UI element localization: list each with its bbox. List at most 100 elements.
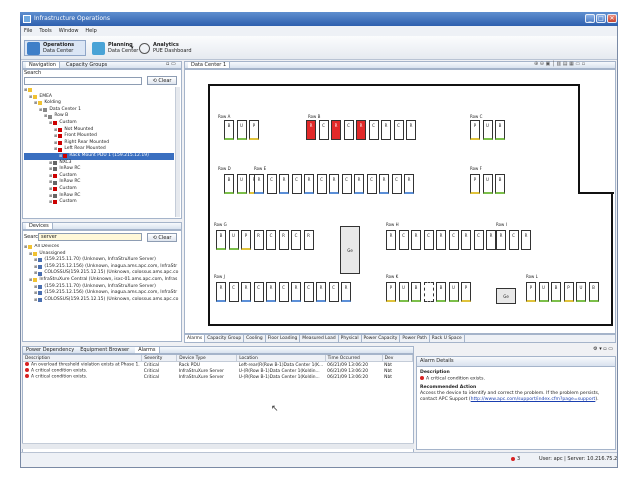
- rack[interactable]: R: [216, 282, 226, 302]
- expand-toggle-icon[interactable]: ⊞: [34, 270, 37, 277]
- expand-toggle-icon[interactable]: ⊞: [39, 107, 42, 114]
- close-button[interactable]: ✕: [607, 14, 617, 23]
- expand-toggle-icon[interactable]: ⊞: [29, 94, 32, 101]
- rack[interactable]: U: [482, 120, 493, 140]
- expand-toggle-icon[interactable]: ⊞: [34, 257, 37, 264]
- perspective-planning[interactable]: Planning Data Center: [92, 40, 142, 56]
- rack[interactable]: C: [423, 230, 434, 250]
- rack[interactable]: U: [236, 174, 247, 194]
- rack[interactable]: C: [366, 174, 377, 194]
- rack[interactable]: R: [278, 230, 289, 250]
- nav-tree-item[interactable]: ⊞ Left Rear Mounted: [24, 146, 174, 153]
- expand-toggle-icon[interactable]: ⊞: [49, 193, 52, 200]
- rack[interactable]: R: [279, 174, 289, 194]
- menu-help[interactable]: Help: [85, 26, 96, 36]
- rack[interactable]: B: [495, 174, 505, 194]
- rack[interactable]: R: [253, 230, 264, 250]
- rack[interactable]: U: [398, 282, 409, 302]
- expand-toggle-icon[interactable]: ⊞: [49, 179, 52, 186]
- rack[interactable]: B: [436, 282, 446, 302]
- nav-tree-item[interactable]: ⊞ NXC3: [24, 160, 174, 167]
- rack[interactable]: C: [253, 282, 264, 302]
- device-tree-item[interactable]: ⊞ COLOSSUS(159.215.12.15) (Unknown, colos…: [24, 297, 179, 304]
- rack[interactable]: R: [406, 120, 416, 140]
- expand-toggle-icon[interactable]: ⊞: [54, 127, 57, 134]
- rack[interactable]: R: [461, 230, 471, 250]
- tab-equipment-browser[interactable]: Equipment Browser: [80, 347, 129, 353]
- expand-toggle-icon[interactable]: ⊞: [54, 133, 57, 140]
- rack[interactable]: C: [398, 230, 409, 250]
- nav-tree-item[interactable]: ⊞ Front Mounted: [24, 133, 174, 140]
- rack[interactable]: U: [448, 282, 459, 302]
- rack[interactable]: C: [508, 230, 519, 250]
- device-tree-item[interactable]: ⊞ (159.215.12.156) (Unknown, inagua.ams.a…: [24, 290, 179, 297]
- rack[interactable]: R: [266, 282, 276, 302]
- expand-toggle-icon[interactable]: ⊞: [34, 290, 37, 297]
- rack[interactable]: B: [224, 120, 234, 140]
- nav-tree-item[interactable]: ⊞ InRow RC: [24, 166, 174, 173]
- rack[interactable]: R: [411, 230, 421, 250]
- nav-tree-item[interactable]: ⊞ Custom: [24, 186, 174, 193]
- expand-toggle-icon[interactable]: ⊞: [34, 284, 37, 291]
- nav-tree-item[interactable]: ⊞ InRow RC: [24, 179, 174, 186]
- rack[interactable]: P: [470, 174, 480, 194]
- nav-search-input[interactable]: [24, 77, 142, 85]
- nav-tree-item[interactable]: ⊞ Custom: [24, 173, 174, 180]
- rack[interactable]: R: [316, 282, 326, 302]
- expand-toggle-icon[interactable]: ⊞: [49, 173, 52, 180]
- tab-measured-load[interactable]: Measured Load: [300, 335, 339, 342]
- nav-scrollbar[interactable]: [175, 87, 180, 217]
- rack[interactable]: C: [266, 174, 277, 194]
- rack[interactable]: R: [241, 282, 251, 302]
- rack[interactable]: U: [576, 282, 586, 302]
- tab-data-center-1[interactable]: Data Center 1: [188, 62, 231, 68]
- expand-toggle-icon[interactable]: ⊞: [34, 264, 37, 271]
- nav-tree-item[interactable]: ⊞ Custom: [24, 199, 174, 206]
- expand-toggle-icon[interactable]: ⊞: [34, 297, 37, 304]
- rack[interactable]: R: [496, 230, 506, 250]
- rack[interactable]: C: [291, 174, 302, 194]
- nav-tree-item[interactable]: ⊞ Custom: [24, 120, 174, 127]
- rack[interactable]: R: [291, 282, 301, 302]
- rack[interactable]: B: [495, 120, 505, 140]
- rack[interactable]: P: [241, 230, 251, 250]
- rack[interactable]: C: [303, 282, 314, 302]
- status-alarm-count[interactable]: 3: [511, 456, 520, 462]
- rack[interactable]: B: [588, 282, 599, 302]
- nav-tree-item[interactable]: ⊞: [24, 87, 174, 94]
- expand-toggle-icon[interactable]: ⊞: [49, 160, 52, 167]
- rack[interactable]: B: [224, 174, 234, 194]
- expand-toggle-icon[interactable]: ⊞: [54, 140, 57, 147]
- nav-tree-item[interactable]: ⊞ Row B: [24, 113, 174, 120]
- rack[interactable]: R: [436, 230, 446, 250]
- zoom-tools-icons[interactable]: ⊕ ⊖ ▣ │ ▥ ▤ ▦ ▭ ▫: [534, 61, 585, 67]
- table-row[interactable]: A critical condition exists. Critical Infr…: [23, 374, 413, 380]
- rack[interactable]: U: [228, 230, 239, 250]
- tab-cooling[interactable]: Cooling: [244, 335, 266, 342]
- tab-alarms[interactable]: Alarms: [135, 347, 160, 353]
- generator-block[interactable]: Ge: [340, 226, 360, 274]
- tab-physical[interactable]: Physical: [339, 335, 362, 342]
- details-toolbar-icons[interactable]: ⚙ ▾ ▫ ▭: [593, 346, 613, 352]
- rack[interactable]: R: [521, 230, 531, 250]
- expand-toggle-icon[interactable]: ⊞: [24, 244, 27, 251]
- rack[interactable]: R: [254, 174, 264, 194]
- expand-toggle-icon[interactable]: ⊞: [24, 87, 27, 94]
- menu-tools[interactable]: Tools: [39, 26, 51, 36]
- device-tree-item[interactable]: ⊞ (159.215.11.70) (Unknown, InfraStruXure…: [24, 257, 179, 264]
- device-tree-item[interactable]: ⊞ COLOSSUS(159.215.12.15) (Unknown, colos…: [24, 270, 179, 277]
- maximize-button[interactable]: □: [596, 14, 606, 23]
- generator-block-2[interactable]: Ge: [496, 288, 516, 304]
- tab-floor-loading[interactable]: Floor Loading: [266, 335, 301, 342]
- tab-power-path[interactable]: Power Path: [400, 335, 430, 342]
- devices-clear-button[interactable]: ⟲ Clear: [147, 233, 177, 242]
- rack[interactable]: R: [331, 120, 341, 140]
- table-row[interactable]: A critical condition exists. Critical Infr…: [23, 368, 413, 374]
- panel-minmax-icon[interactable]: ▫ ▭: [166, 61, 176, 67]
- tab-rack-u-space[interactable]: Rack U Space: [430, 335, 465, 342]
- rack[interactable]: P: [461, 282, 471, 302]
- expand-toggle-icon[interactable]: ⊞: [29, 251, 32, 258]
- rack[interactable]: C: [473, 230, 484, 250]
- nav-tree-item[interactable]: ⊞ Not Mounted: [24, 127, 174, 134]
- rack[interactable]: R: [354, 174, 364, 194]
